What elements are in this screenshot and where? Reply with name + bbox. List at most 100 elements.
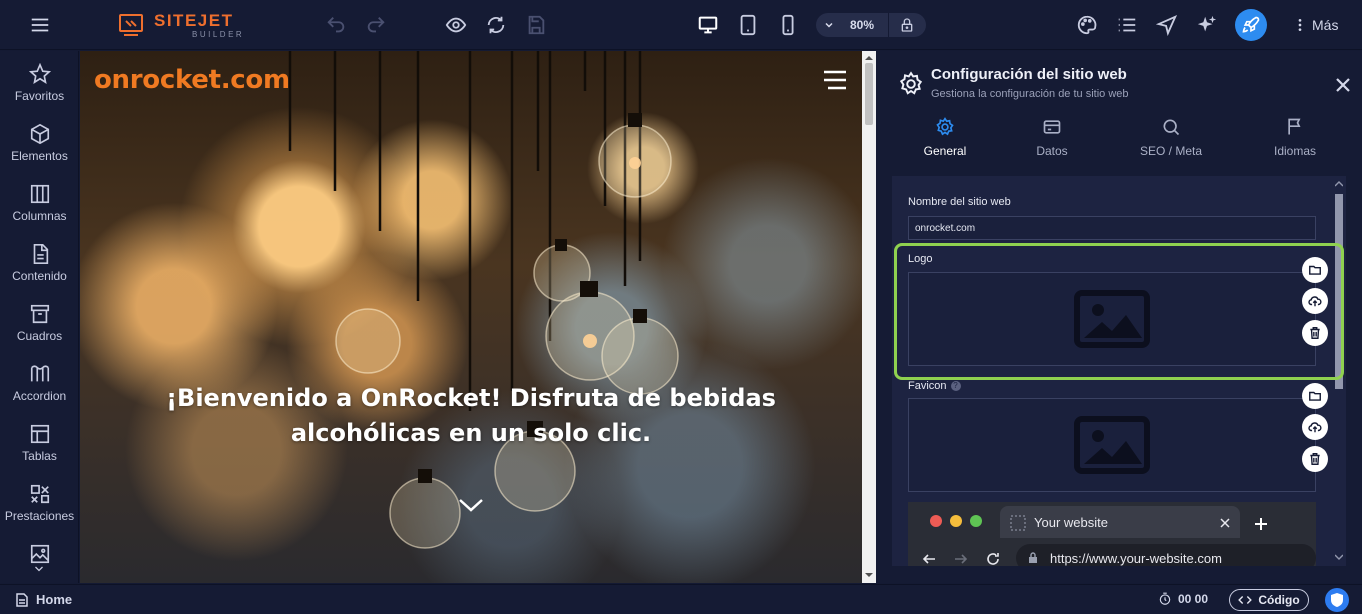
panel-scroll-down-icon[interactable] bbox=[1335, 554, 1343, 560]
favicon-upload-button[interactable] bbox=[1302, 414, 1328, 440]
image-icon bbox=[30, 544, 49, 564]
publish-rocket-button[interactable] bbox=[1235, 9, 1267, 41]
card-icon bbox=[1043, 120, 1061, 134]
favicon-label: Favicon? bbox=[908, 380, 961, 392]
sidebar-item-label: Favoritos bbox=[14, 89, 65, 103]
status-bar: Home 00 00 Código bbox=[0, 584, 1362, 614]
window-close-dot bbox=[930, 515, 942, 527]
document-icon bbox=[33, 244, 48, 264]
site-logo-text[interactable]: onrocket.com bbox=[94, 65, 290, 95]
columns-icon bbox=[30, 184, 49, 204]
favicon-browser-preview: Your website https://www.your-website.co… bbox=[908, 502, 1316, 566]
stopwatch-icon bbox=[1159, 592, 1171, 605]
more-menu-button[interactable]: Más bbox=[1292, 14, 1338, 36]
redo-icon[interactable] bbox=[363, 12, 389, 38]
sidebar-item-columnas[interactable]: Columnas bbox=[0, 175, 79, 235]
hero-heading[interactable]: ¡Bienvenido a OnRocket! Disfruta de bebi… bbox=[140, 381, 802, 451]
site-name-input[interactable]: onrocket.com bbox=[908, 216, 1316, 240]
current-page-label: Home bbox=[36, 592, 73, 607]
accordion-icon bbox=[30, 365, 49, 382]
help-icon[interactable]: ? bbox=[950, 381, 961, 392]
sidebar-item-label: Accordion bbox=[12, 389, 67, 403]
panel-scroll-up-icon[interactable] bbox=[1335, 181, 1343, 187]
table-icon bbox=[30, 424, 49, 444]
favicon-placeholder-icon bbox=[1010, 515, 1026, 531]
timer-value: 00 00 bbox=[1178, 592, 1209, 606]
scroll-down-chevron-icon[interactable] bbox=[458, 497, 484, 513]
sidebar-item-elementos[interactable]: Elementos bbox=[0, 115, 79, 175]
save-icon[interactable] bbox=[523, 12, 549, 38]
mobile-icon[interactable] bbox=[775, 12, 801, 38]
palette-icon[interactable] bbox=[1074, 12, 1100, 38]
trash-icon bbox=[1310, 453, 1320, 465]
sidebar-item-contenido[interactable]: Contenido bbox=[0, 235, 79, 295]
list-icon[interactable] bbox=[1114, 12, 1140, 38]
security-shield-button[interactable] bbox=[1325, 588, 1349, 612]
favicon-browse-button[interactable] bbox=[1302, 383, 1328, 409]
star-icon bbox=[28, 63, 51, 84]
tab-seo-meta[interactable]: SEO / Meta bbox=[1111, 117, 1231, 161]
tab-idiomas[interactable]: Idiomas bbox=[1235, 117, 1355, 161]
sidebar-item-label: Columnas bbox=[12, 209, 67, 223]
undo-icon[interactable] bbox=[323, 12, 349, 38]
canvas-scrollbar-thumb[interactable] bbox=[865, 63, 873, 125]
refresh-icon[interactable] bbox=[483, 12, 509, 38]
brand-name: SITEJET bbox=[154, 10, 234, 30]
preview-eye-icon[interactable] bbox=[443, 12, 469, 38]
chevron-down-icon[interactable] bbox=[816, 13, 842, 37]
current-page-button[interactable]: Home bbox=[16, 592, 72, 607]
sidebar-item-cuadros[interactable]: Cuadros bbox=[0, 295, 79, 355]
favicon-label-text: Favicon bbox=[908, 380, 947, 392]
panel-subtitle: Gestiona la configuración de tu sitio we… bbox=[931, 88, 1129, 100]
gear-icon bbox=[936, 117, 954, 136]
favicon-dropzone[interactable] bbox=[908, 398, 1316, 492]
website-preview-canvas[interactable]: onrocket.com ¡Bienvenido a OnRocket! Dis… bbox=[80, 51, 862, 583]
sidebar-item-accordion[interactable]: Accordion bbox=[0, 355, 79, 415]
upload-cloud-icon bbox=[1308, 422, 1322, 433]
zoom-value: 80% bbox=[849, 18, 875, 32]
preview-browser-tab: Your website bbox=[1000, 506, 1240, 538]
tab-label: SEO / Meta bbox=[1139, 144, 1203, 158]
tab-label: General bbox=[923, 144, 967, 158]
sidebar-item-favoritos[interactable]: Favoritos bbox=[0, 55, 79, 115]
new-tab-plus-icon bbox=[1255, 518, 1267, 530]
sidebar-item-label: Cuadros bbox=[16, 329, 63, 343]
scroll-down-arrow-icon[interactable] bbox=[865, 571, 873, 579]
code-label: Código bbox=[1258, 593, 1300, 607]
url-lock-icon bbox=[1029, 552, 1037, 563]
panel-title: Configuración del sitio web bbox=[931, 66, 1127, 83]
back-arrow-icon bbox=[922, 554, 935, 564]
sidebar-item-prestaciones[interactable]: Prestaciones bbox=[0, 475, 79, 535]
tab-general[interactable]: General bbox=[885, 117, 1005, 161]
sitejet-logo-icon bbox=[119, 14, 143, 36]
close-icon[interactable] bbox=[1334, 76, 1352, 94]
sidebar-scroll-down-icon[interactable] bbox=[31, 563, 47, 575]
lock-icon[interactable] bbox=[889, 13, 925, 37]
zoom-control[interactable]: 80% bbox=[816, 13, 926, 37]
canvas-scrollbar[interactable] bbox=[862, 51, 876, 583]
menu-icon[interactable] bbox=[27, 12, 53, 38]
navigate-icon[interactable] bbox=[1154, 12, 1180, 38]
favicon-delete-button[interactable] bbox=[1302, 446, 1328, 472]
code-button[interactable]: Código bbox=[1229, 589, 1309, 611]
sidebar-item-tablas[interactable]: Tablas bbox=[0, 415, 79, 475]
search-icon bbox=[1163, 119, 1180, 136]
page-icon bbox=[16, 592, 28, 607]
scroll-up-arrow-icon[interactable] bbox=[865, 54, 873, 62]
hamburger-menu-icon[interactable] bbox=[822, 69, 848, 91]
window-maximize-dot bbox=[970, 515, 982, 527]
tablet-icon[interactable] bbox=[735, 12, 761, 38]
tab-label: Idiomas bbox=[1273, 144, 1317, 158]
tab-label: Datos bbox=[1036, 144, 1068, 158]
sidebar-item-label: Contenido bbox=[12, 269, 67, 283]
sparkle-ai-icon[interactable] bbox=[1194, 12, 1220, 38]
more-vertical-icon bbox=[1298, 19, 1302, 31]
sitejet-logo: SITEJET BUILDER bbox=[118, 10, 244, 40]
rocket-icon bbox=[1242, 16, 1260, 33]
desktop-icon[interactable] bbox=[695, 12, 721, 38]
window-minimize-dot bbox=[950, 515, 962, 527]
preview-url-bar: https://www.your-website.com bbox=[1016, 544, 1316, 566]
archive-icon bbox=[30, 304, 49, 324]
flag-icon bbox=[1288, 118, 1301, 135]
tab-datos[interactable]: Datos bbox=[992, 117, 1112, 161]
